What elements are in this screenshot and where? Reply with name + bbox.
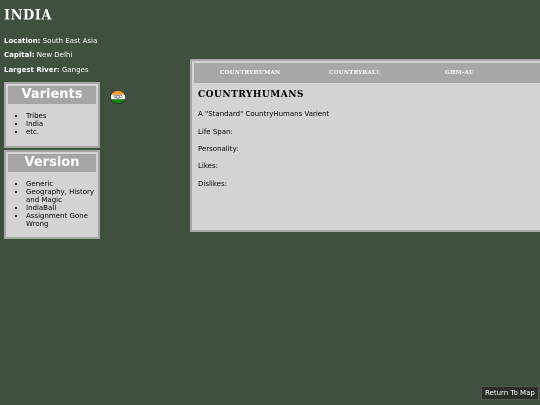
variant-item-tribes[interactable]: Tribes: [26, 112, 98, 120]
river-label: Largest River:: [4, 66, 60, 74]
tab-ghm-au[interactable]: GHM-AU: [445, 63, 474, 83]
likes-label: Likes:: [198, 162, 218, 170]
detail-panel: COUNTRYHUMAN COUNTRYBALL GHM-AU COUNTRYH…: [190, 59, 540, 232]
version-heading: Version: [8, 154, 96, 172]
version-list: Generic Geography, History and Magic Ind…: [6, 180, 98, 228]
river-info: Largest River: Ganges: [4, 66, 89, 74]
location-value: South East Asia: [42, 37, 98, 45]
tab-countryhuman[interactable]: COUNTRYHUMAN: [220, 63, 280, 83]
version-item-assignment[interactable]: Assignment Gone Wrong: [26, 212, 98, 228]
version-item-ghm[interactable]: Geography, History and Magic: [26, 188, 98, 204]
content-title: COUNTRYHUMANS: [198, 90, 304, 100]
life-span-label: Life Span:: [198, 128, 233, 136]
country-title: INDIA: [4, 7, 52, 24]
version-item-generic[interactable]: Generic: [26, 180, 98, 188]
river-value: Ganges: [61, 66, 89, 74]
variant-item-india[interactable]: India: [26, 120, 98, 128]
dislikes-label: Dislikes:: [198, 180, 227, 188]
content-description: A "Standard" CountryHumans Varient: [198, 110, 330, 118]
version-item-indiaball[interactable]: IndiaBall: [26, 204, 98, 212]
personality-label: Personality:: [198, 145, 239, 153]
location-info: Location: South East Asia: [4, 37, 97, 45]
variants-panel: Varients Tribes India etc.: [4, 82, 100, 148]
version-panel: Version Generic Geography, History and M…: [4, 150, 100, 239]
capital-label: Capital:: [4, 51, 35, 59]
return-to-map-button[interactable]: Return To Map: [481, 386, 539, 400]
location-label: Location:: [4, 37, 41, 45]
tab-bar: COUNTRYHUMAN COUNTRYBALL GHM-AU: [194, 63, 540, 83]
capital-value: New Delhi: [36, 51, 73, 59]
variants-list: Tribes India etc.: [6, 112, 98, 136]
variants-heading: Varients: [8, 86, 96, 104]
tab-countryball[interactable]: COUNTRYBALL: [329, 63, 380, 83]
capital-info: Capital: New Delhi: [4, 51, 72, 59]
variant-item-etc[interactable]: etc.: [26, 128, 98, 136]
india-countryball-icon[interactable]: [110, 90, 126, 104]
